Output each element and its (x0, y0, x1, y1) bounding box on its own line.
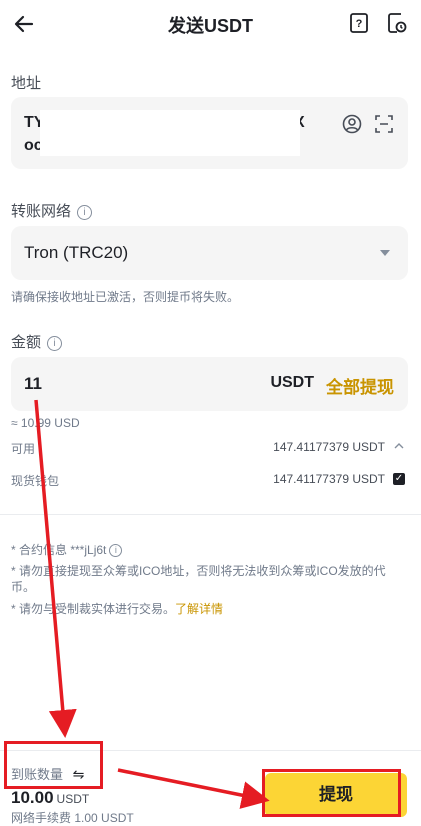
sanction-warning: * 请勿与受制裁实体进行交易。了解详情 (11, 602, 224, 616)
network-value: Tron (TRC20) (24, 243, 129, 262)
receive-amount: 10.00 USDT (11, 788, 90, 807)
divider (0, 514, 421, 515)
ico-warning: * 请勿直接提现至众筹或ICO地址，否则将无法收到众筹或ICO发放的代币。 (11, 564, 386, 594)
chevron-down-icon (380, 250, 390, 256)
svg-text:?: ? (356, 18, 363, 30)
network-fee: 网络手续费 1.00 USDT (11, 811, 134, 825)
help-doc-icon[interactable]: ? (348, 12, 370, 34)
history-icon[interactable] (386, 12, 408, 34)
spot-wallet-value: 147.41177379 USDT (273, 472, 385, 486)
info-icon[interactable]: i (47, 336, 63, 351)
usd-estimate: ≈ 10.99 USD (11, 416, 80, 430)
annotation-box-withdraw (262, 769, 401, 817)
annotation-arrow-down (34, 399, 77, 738)
available-value: 147.41177379 USDT (273, 440, 385, 454)
spot-wallet-checkbox[interactable]: ✓ (393, 473, 405, 485)
amount-unit: USDT (270, 374, 314, 391)
network-hint: 请确保接收地址已激活，否则提币将失败。 (11, 290, 240, 304)
chevron-up-icon[interactable] (393, 440, 405, 452)
amount-field[interactable]: 11 USDT 全部提现 (11, 357, 408, 411)
network-select[interactable]: Tron (TRC20) (11, 226, 408, 280)
address-book-icon[interactable] (342, 114, 362, 134)
available-label: 可用 (11, 442, 36, 456)
withdraw-all-button[interactable]: 全部提现 (326, 373, 394, 398)
scan-icon[interactable] (374, 114, 394, 134)
header: 发送USDT ? (0, 0, 421, 48)
contract-info: * 合约信息 ***jLj6t i (11, 542, 406, 558)
info-icon[interactable]: i (77, 205, 93, 220)
spot-wallet-label: 现货钱包 (11, 474, 60, 488)
network-label: 转账网络 i (11, 200, 93, 221)
annotation-box-receive (4, 741, 103, 789)
amount-input[interactable]: 11 (24, 374, 42, 394)
amount-label: 金额 i (11, 331, 63, 352)
learn-more-link[interactable]: 了解详情 (175, 602, 223, 616)
info-icon[interactable]: i (109, 544, 123, 557)
address-redaction (40, 110, 300, 156)
address-label: 地址 (11, 75, 42, 92)
